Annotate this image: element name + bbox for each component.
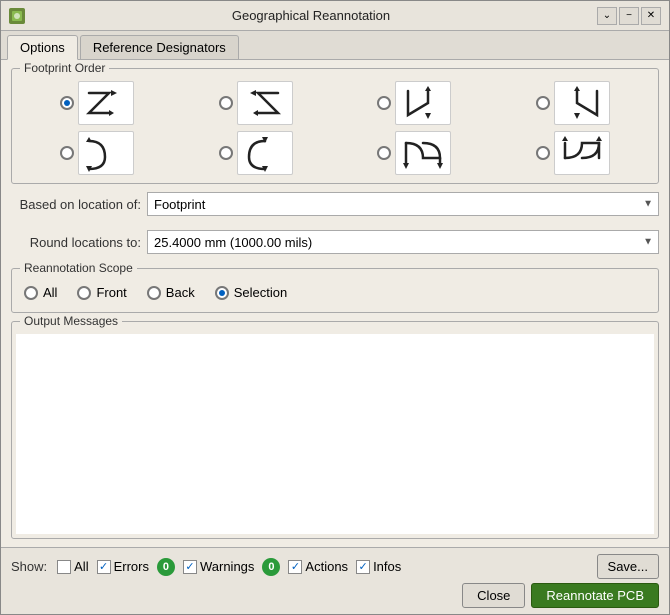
output-messages-group: Output Messages [11,321,659,539]
errors-badge: 0 [157,558,175,576]
window-controls: ⌄ − ✕ [597,7,661,25]
filter-errors-checkbox[interactable] [97,560,111,574]
save-button[interactable]: Save... [597,554,659,579]
scope-front-label: Front [96,285,126,300]
filter-infos-item[interactable]: Infos [356,559,401,574]
scope-back[interactable]: Back [147,285,195,300]
fp-pattern-3-radio[interactable] [377,96,391,110]
footprint-order-group: Footprint Order [11,68,659,184]
fp-pattern-7-radio[interactable] [377,146,391,160]
tab-bar: Options Reference Designators [1,31,669,60]
filter-all-checkbox[interactable] [57,560,71,574]
fp-pattern-4-img [554,81,610,125]
footprint-order-label: Footprint Order [20,61,109,75]
fp-pattern-8-img [554,131,610,175]
scope-all-label: All [43,285,57,300]
filter-warnings-item[interactable]: Warnings [183,559,254,574]
scope-back-radio[interactable] [147,286,161,300]
scope-selection-radio[interactable] [215,286,229,300]
filter-warnings-checkbox[interactable] [183,560,197,574]
output-messages-area [16,334,654,534]
based-on-select-wrapper: Footprint Reference Value ▼ [147,192,659,216]
round-locations-select-wrapper: 25.4000 mm (1000.00 mils) 2.5400 mm (100… [147,230,659,254]
fp-pattern-2-img [237,81,293,125]
round-locations-row: Round locations to: 25.4000 mm (1000.00 … [11,230,659,254]
main-content: Footprint Order [1,60,669,547]
based-on-row: Based on location of: Footprint Referenc… [11,192,659,216]
collapse-btn[interactable]: ⌄ [597,7,617,25]
filter-errors-item[interactable]: Errors [97,559,149,574]
round-locations-select[interactable]: 25.4000 mm (1000.00 mils) 2.5400 mm (100… [147,230,659,254]
fp-pattern-7-img [395,131,451,175]
close-button[interactable]: Close [462,583,525,608]
show-label: Show: [11,559,47,574]
output-messages-label: Output Messages [20,314,122,328]
window-title: Geographical Reannotation [31,8,591,23]
filter-errors-label: Errors [114,559,149,574]
based-on-select[interactable]: Footprint Reference Value [147,192,659,216]
scope-front[interactable]: Front [77,285,126,300]
scope-back-label: Back [166,285,195,300]
minimize-btn[interactable]: − [619,7,639,25]
filter-actions-item[interactable]: Actions [288,559,348,574]
warnings-badge: 0 [262,558,280,576]
fp-pattern-5-img [78,131,134,175]
app-icon [9,8,25,24]
scope-selection-label: Selection [234,285,287,300]
filter-all-item[interactable]: All [57,559,88,574]
fp-pattern-1-radio[interactable] [60,96,74,110]
show-filters-row: Show: All Errors 0 Warnings 0 Actions [11,554,659,579]
close-btn[interactable]: ✕ [641,7,661,25]
tab-reference-designators[interactable]: Reference Designators [80,35,239,59]
main-window: Geographical Reannotation ⌄ − ✕ Options … [0,0,670,615]
fp-pattern-8-radio[interactable] [536,146,550,160]
fp-pattern-3-img [395,81,451,125]
tab-options[interactable]: Options [7,35,78,60]
fp-pattern-4-radio[interactable] [536,96,550,110]
fp-pattern-2-radio[interactable] [219,96,233,110]
reannotate-button[interactable]: Reannotate PCB [531,583,659,608]
filter-actions-checkbox[interactable] [288,560,302,574]
based-on-label: Based on location of: [11,197,141,212]
scope-front-radio[interactable] [77,286,91,300]
filter-infos-label: Infos [373,559,401,574]
round-locations-label: Round locations to: [11,235,141,250]
fp-pattern-6-img [237,131,293,175]
filter-warnings-label: Warnings [200,559,254,574]
reannotation-scope-group: Reannotation Scope All Front Back Select… [11,268,659,313]
scope-all-radio[interactable] [24,286,38,300]
scope-all[interactable]: All [24,285,57,300]
scope-options-row: All Front Back Selection [20,281,650,304]
filter-infos-checkbox[interactable] [356,560,370,574]
fp-pattern-6-radio[interactable] [219,146,233,160]
fp-pattern-1-img [78,81,134,125]
scope-selection[interactable]: Selection [215,285,287,300]
filter-all-label: All [74,559,88,574]
bottom-bar: Show: All Errors 0 Warnings 0 Actions [1,547,669,614]
filter-actions-label: Actions [305,559,348,574]
reannotation-scope-label: Reannotation Scope [20,261,137,275]
action-buttons-row: Close Reannotate PCB [11,583,659,608]
fp-pattern-5-radio[interactable] [60,146,74,160]
titlebar: Geographical Reannotation ⌄ − ✕ [1,1,669,31]
